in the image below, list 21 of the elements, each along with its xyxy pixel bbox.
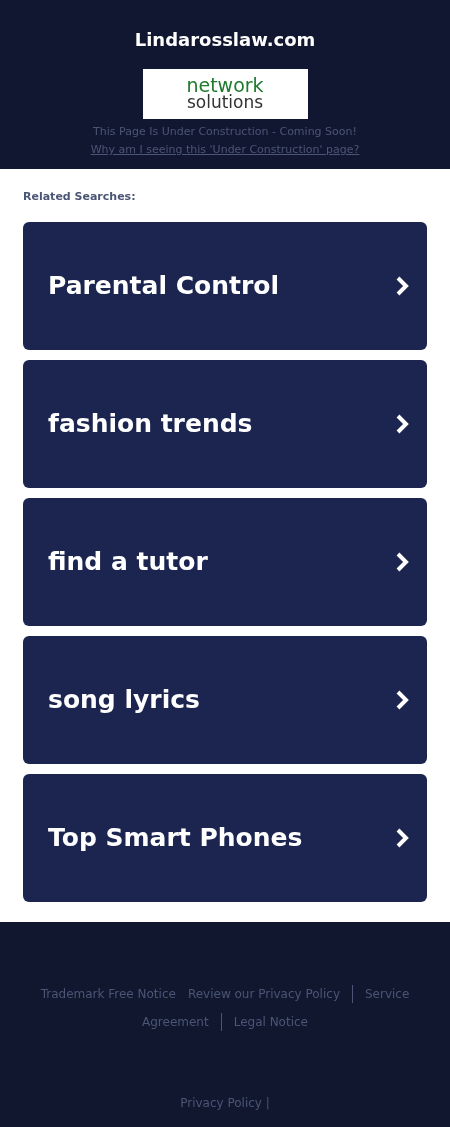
- footer-link[interactable]: Legal Notice: [227, 1008, 314, 1036]
- footer-link[interactable]: Trademark Free Notice: [34, 980, 182, 1008]
- footer-link[interactable]: Review our Privacy Policy: [181, 980, 346, 1008]
- section-heading: Related Searches:: [23, 189, 137, 205]
- logo-text: network: [186, 77, 264, 94]
- search-link[interactable]: fashion trends: [23, 360, 427, 488]
- notice-text: This Page Is Under Construction - Coming Soon!: [93, 124, 357, 140]
- search-link[interactable]: find a tutor: [23, 498, 427, 626]
- chevron-right-icon: [395, 552, 409, 572]
- chevron-right-icon: [395, 690, 409, 710]
- logo-text: solutions: [186, 94, 264, 111]
- search-link[interactable]: song lyrics: [23, 636, 427, 764]
- chevron-right-icon: [395, 828, 409, 848]
- search-link[interactable]: Top Smart Phones: [23, 774, 427, 902]
- footer-link[interactable]: Service: [359, 980, 416, 1008]
- footer-link[interactable]: Agreement: [136, 1008, 215, 1036]
- site-title: Lindarosslaw.com: [134, 28, 316, 52]
- privacy-link[interactable]: Privacy Policy |: [180, 1094, 270, 1112]
- chevron-right-icon: [395, 414, 409, 434]
- chevron-right-icon: [395, 276, 409, 296]
- search-link[interactable]: Parental Control: [23, 222, 427, 350]
